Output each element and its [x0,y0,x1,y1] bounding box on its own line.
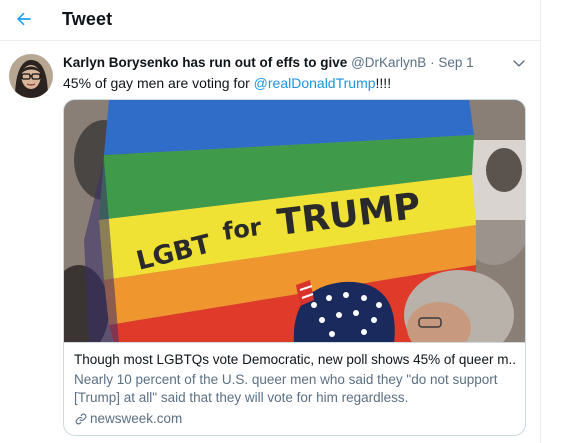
card-domain-text: newsweek.com [90,411,183,426]
back-button[interactable] [9,4,39,34]
mention-link[interactable]: @realDonaldTrump [254,75,376,91]
arrow-left-icon [17,12,31,26]
tweet: Karlyn Borysenko has run out of effs to … [0,42,540,443]
card-title: Though most LGBTQs vote Democratic, new … [74,352,515,367]
tweet-text: 45% of gay men are voting for @realDonal… [63,74,391,92]
card-body: Though most LGBTQs vote Democratic, new … [64,344,525,428]
tweet-text-start: 45% of gay men are voting for [63,75,254,91]
more-options-button[interactable] [508,52,530,74]
tweet-date[interactable]: Sep 16 [438,55,473,70]
chevron-down-icon [513,60,525,67]
tweet-text-end: !!!! [375,75,392,91]
author-handle[interactable]: @DrKarlynB [351,55,426,70]
avatar[interactable] [9,54,53,98]
tweet-meta: Karlyn Borysenko has run out of effs to … [63,54,473,72]
timeline-column: Tweet Karlyn Borysenko has run out of ef… [0,0,541,443]
meta-separator: · [430,55,435,70]
card-image: LGBT for TRUMP [64,100,525,343]
link-icon [75,413,87,425]
link-card[interactable]: LGBT for TRUMP Though most LGBTQs vote D… [63,99,526,436]
author-name[interactable]: Karlyn Borysenko has run out of effs to … [63,55,347,70]
card-description: Nearly 10 percent of the U.S. queer men … [74,372,498,405]
page-header: Tweet [0,0,540,41]
page-title: Tweet [62,9,113,29]
card-domain: newsweek.com [74,410,515,428]
svg-text:for: for [221,213,263,246]
